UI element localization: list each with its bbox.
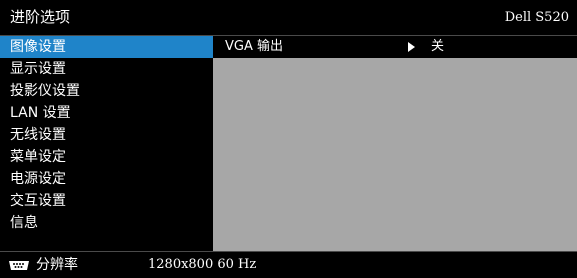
menu-item-interactive-settings[interactable]: 交互设置 (0, 190, 213, 212)
option-row-vga-output[interactable]: VGA 输出 关 (213, 36, 577, 58)
header-bar: 进阶选项 Dell S520 (0, 0, 577, 36)
menu-item-image-settings[interactable]: 图像设置 (0, 36, 213, 58)
menu-item-display-settings[interactable]: 显示设置 (0, 58, 213, 80)
status-bar: 分辨率 1280x800 60 Hz (0, 251, 577, 278)
menu-item-power-settings[interactable]: 电源设定 (0, 168, 213, 190)
option-label: VGA 输出 (225, 39, 283, 54)
model-name: Dell S520 (504, 10, 569, 25)
resolution-value: 1280x800 60 Hz (148, 257, 257, 272)
menu-item-information[interactable]: 信息 (0, 212, 213, 234)
menu-item-wireless-settings[interactable]: 无线设置 (0, 124, 213, 146)
input-source-icon (9, 261, 29, 270)
osd-window: 进阶选项 Dell S520 图像设置 显示设置 投影仪设置 LAN 设置 无线… (0, 0, 577, 278)
menu-item-lan-settings[interactable]: LAN 设置 (0, 102, 213, 124)
options-panel: VGA 输出 关 (213, 36, 577, 251)
resolution-label: 分辨率 (36, 257, 78, 273)
menu-list: 图像设置 显示设置 投影仪设置 LAN 设置 无线设置 菜单设定 电源设定 交互… (0, 36, 213, 234)
page-title: 进阶选项 (10, 8, 71, 26)
option-value[interactable]: 关 (431, 38, 444, 56)
menu-item-menu-settings[interactable]: 菜单设定 (0, 146, 213, 168)
menu-item-projector-settings[interactable]: 投影仪设置 (0, 80, 213, 102)
triangle-right-icon (408, 42, 415, 52)
